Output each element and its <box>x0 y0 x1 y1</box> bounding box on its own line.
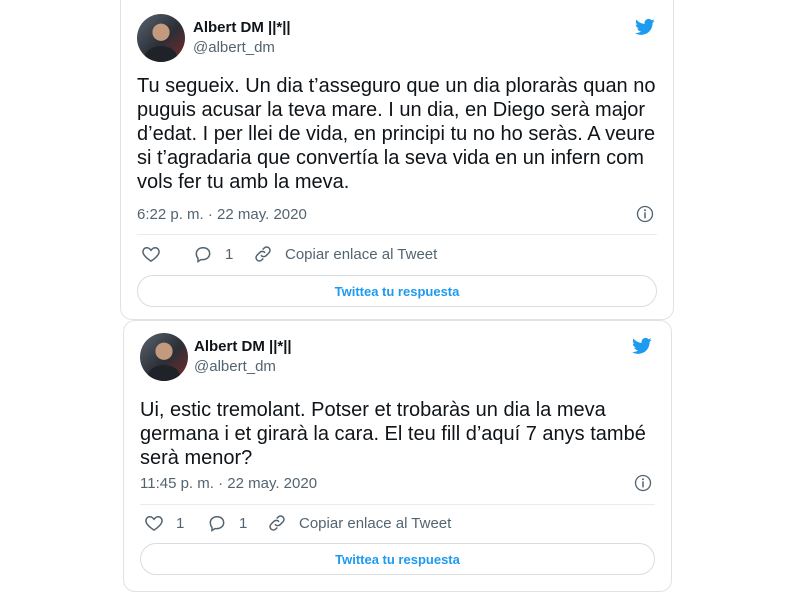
reply-count: 1 <box>225 245 234 263</box>
link-icon <box>255 246 271 262</box>
tweet-card: Albert DM ||*|| @albert_dm Tu segueix. U… <box>120 0 674 320</box>
link-icon <box>269 515 285 531</box>
tweet-text: Ui, estic tremolant. Potser et trobaràs … <box>140 399 646 469</box>
tweet-timestamp[interactable]: 11:45 p. m. · 22 may. 2020 <box>140 475 317 492</box>
reply-count: 1 <box>239 514 248 532</box>
twitter-bird-icon[interactable] <box>633 17 657 37</box>
reply-action[interactable]: 1 <box>207 513 247 533</box>
tweet-card: Albert DM ||*|| @albert_dm Ui, estic tre… <box>123 320 672 592</box>
info-icon[interactable] <box>634 474 652 492</box>
avatar[interactable] <box>137 14 185 62</box>
divider <box>137 234 657 235</box>
copy-link-label: Copiar enlace al Tweet <box>285 245 438 263</box>
twitter-bird-icon[interactable] <box>630 336 654 356</box>
tweet-reply-button[interactable]: Twittea tu respuesta <box>137 275 657 307</box>
like-count: 1 <box>176 514 185 532</box>
author-handle[interactable]: @albert_dm <box>193 39 275 56</box>
tweet-text: Tu segueix. Un dia t’asseguro que un dia… <box>137 75 656 193</box>
info-icon[interactable] <box>636 205 654 223</box>
comment-icon <box>209 516 225 532</box>
author-handle[interactable]: @albert_dm <box>194 358 276 375</box>
copy-link-button[interactable]: Copiar enlace al Tweet <box>253 244 437 264</box>
heart-icon <box>145 515 163 531</box>
like-button[interactable]: 1 <box>144 513 184 533</box>
copy-link-button[interactable]: Copiar enlace al Tweet <box>267 513 451 533</box>
avatar[interactable] <box>140 333 188 381</box>
author-name[interactable]: Albert DM ||*|| <box>193 19 291 36</box>
comment-icon <box>195 247 211 263</box>
tweet-reply-button[interactable]: Twittea tu respuesta <box>140 543 655 575</box>
like-button[interactable] <box>141 244 173 264</box>
author-name[interactable]: Albert DM ||*|| <box>194 338 292 355</box>
copy-link-label: Copiar enlace al Tweet <box>299 514 452 532</box>
tweet-timestamp[interactable]: 6:22 p. m. · 22 may. 2020 <box>137 206 307 223</box>
heart-icon <box>142 246 160 262</box>
reply-action[interactable]: 1 <box>193 244 233 264</box>
divider <box>140 504 655 505</box>
